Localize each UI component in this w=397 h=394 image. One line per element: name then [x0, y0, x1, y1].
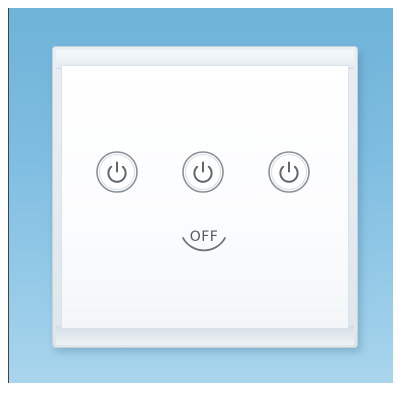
power-icon — [96, 151, 138, 193]
plate-bottom-edge — [56, 326, 354, 345]
image-frame: OFF — [0, 0, 397, 394]
off-button[interactable]: OFF — [175, 218, 233, 262]
off-label: OFF — [189, 229, 219, 245]
touch-button-1[interactable] — [94, 149, 140, 195]
power-icon — [182, 151, 224, 193]
power-icon — [268, 151, 310, 193]
touch-button-2[interactable] — [180, 149, 226, 195]
switch-face — [62, 66, 348, 328]
touch-button-3[interactable] — [266, 149, 312, 195]
